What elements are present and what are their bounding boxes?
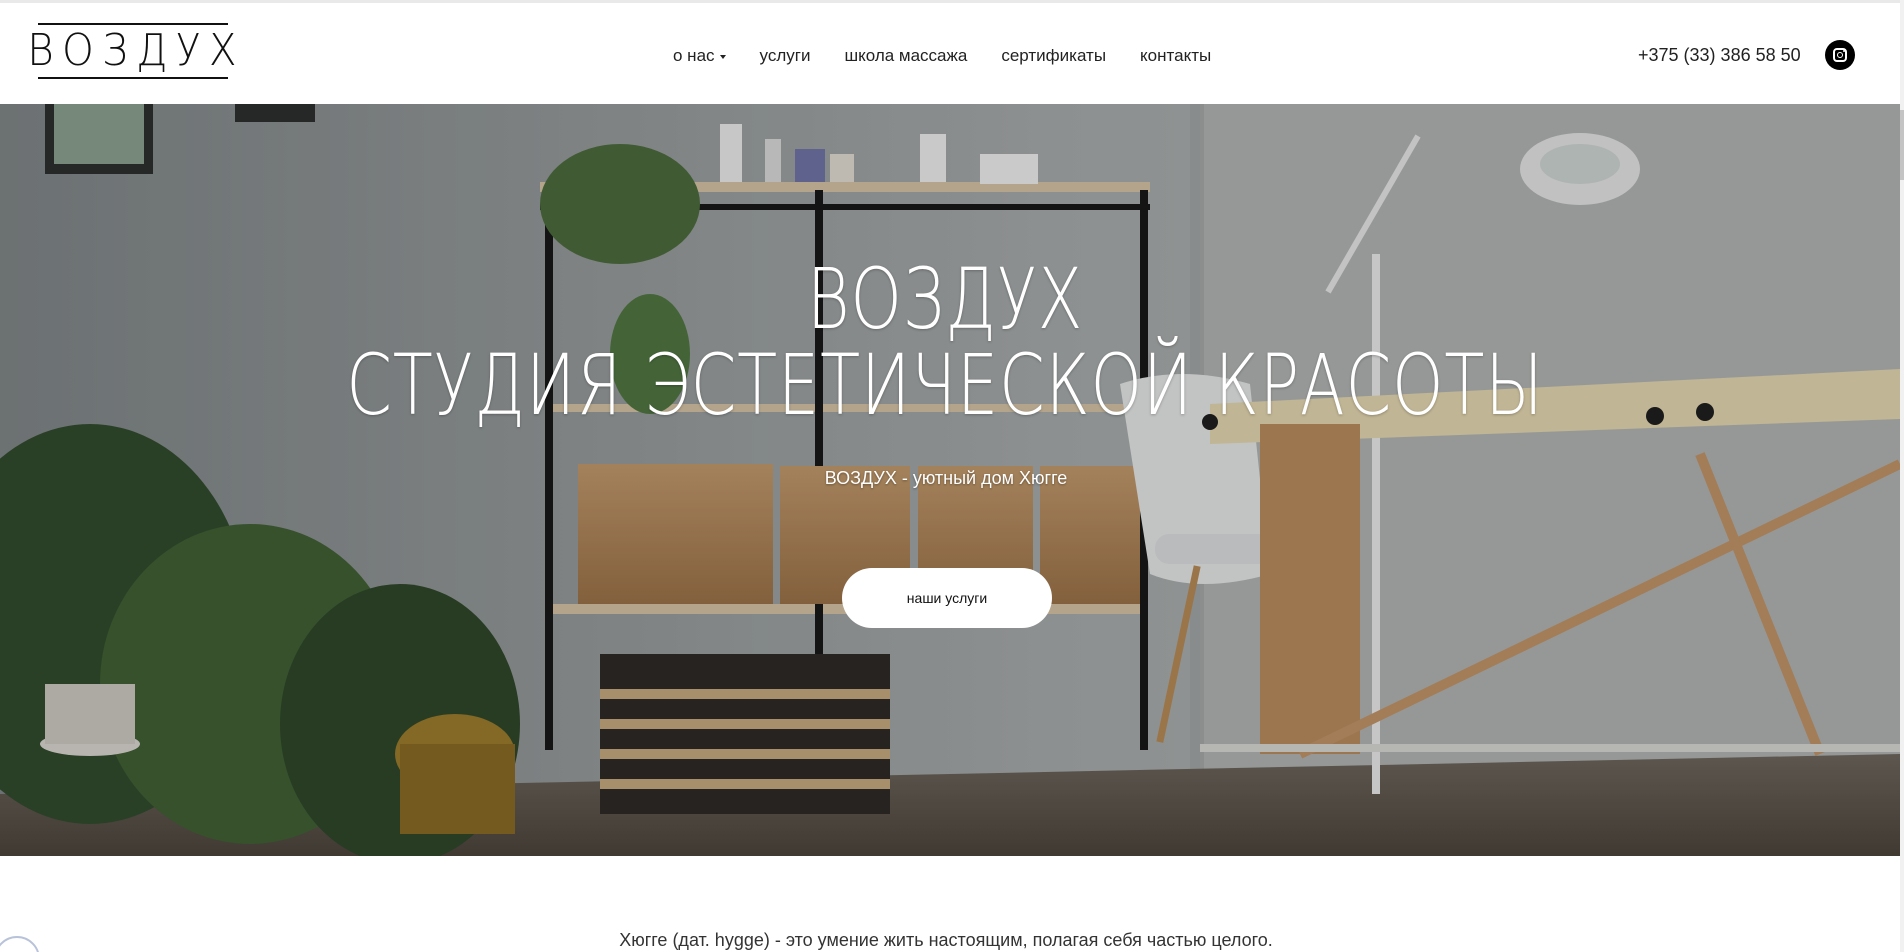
ig-lens [1837, 52, 1843, 58]
hero-section: ВОЗДУХ СТУДИЯ ЭСТЕТИЧЕСКОЙ КРАСОТЫ ВОЗДУ… [0, 104, 1900, 856]
ig-dot [1843, 50, 1845, 52]
nav-item-label: о нас [673, 46, 715, 65]
nav-item-label: сертификаты [1001, 46, 1107, 65]
our-services-button[interactable]: наши услуги [842, 568, 1052, 628]
nav-item-massage-school[interactable]: школа массажа [844, 46, 967, 66]
nav-item-about[interactable]: о нас [673, 46, 726, 66]
page: ВОЗДУХ о нас услуги школа массажа сертиф… [0, 0, 1904, 952]
caret-down-icon [719, 55, 726, 59]
hero-subtitle: ВОЗДУХ - уютный дом Хюгге [824, 468, 1068, 488]
nav-item-services[interactable]: услуги [760, 46, 811, 66]
nav-item-label: услуги [759, 46, 811, 65]
hero-title: ВОЗДУХ СТУДИЯ ЭСТЕТИЧЕСКОЙ КРАСОТЫ [208, 256, 1682, 428]
nav-item-certificates[interactable]: сертификаты [1001, 46, 1106, 66]
hero-title-line1: ВОЗДУХ [806, 250, 1084, 348]
nav-item-label: школа массажа [844, 46, 968, 65]
phone-link[interactable]: +375 (33) 386 58 50 [1638, 45, 1801, 66]
instagram-icon[interactable] [1825, 40, 1855, 70]
scrollbar-thumb[interactable] [1900, 110, 1904, 180]
logo[interactable]: ВОЗДУХ [27, 23, 236, 79]
intro-text: Хюгге (дат. hygge) - это умение жить нас… [619, 930, 1273, 950]
hero-title-line2: СТУДИЯ ЭСТЕТИЧЕСКОЙ КРАСОТЫ [346, 336, 1544, 434]
logo-text: ВОЗДУХ [26, 25, 245, 76]
site-header: ВОЗДУХ о нас услуги школа массажа сертиф… [0, 3, 1900, 105]
nav-item-contacts[interactable]: контакты [1140, 46, 1211, 66]
nav-item-label: контакты [1140, 46, 1212, 65]
main-nav: о нас услуги школа массажа сертификаты к… [673, 46, 1211, 66]
